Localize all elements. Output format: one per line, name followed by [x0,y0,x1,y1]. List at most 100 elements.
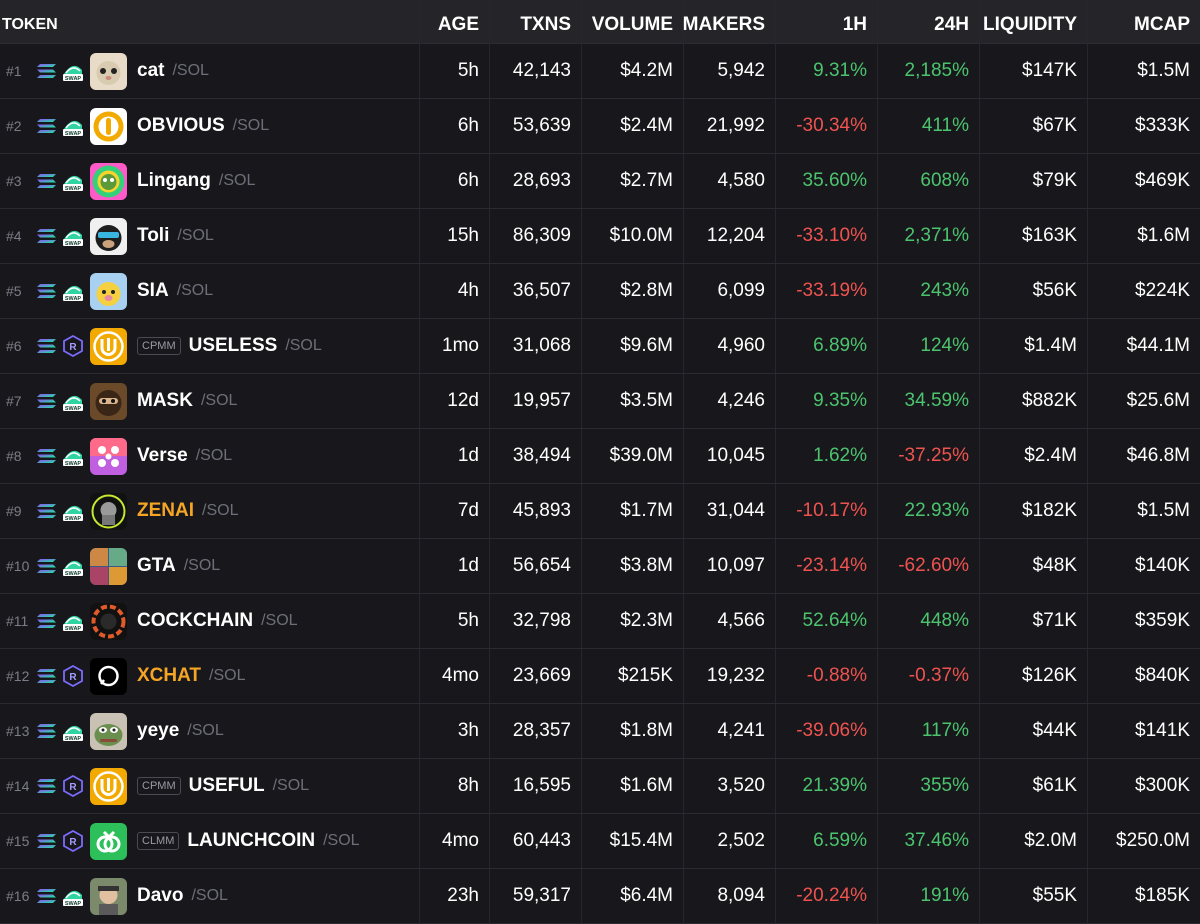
token-cell[interactable]: #4 SWAP Toli /SOL [0,209,420,263]
table-row[interactable]: #9 SWAP ZENAI /SOL 7d 45,893 $1.7M 31,04… [0,484,1200,539]
raydium-icon: R [62,334,84,358]
token-cell[interactable]: #2 SWAP OBVIOUS /SOL [0,99,420,153]
token-symbol: SIA [137,280,169,301]
pool-type-badge: CPMM [137,777,181,795]
token-table: TOKEN AGE TXNS VOLUME MAKERS 1H 24H LIQU… [0,0,1200,924]
table-row[interactable]: #5 SWAP SIA /SOL 4h 36,507 $2.8M 6,099 -… [0,264,1200,319]
rank-label: #7 [6,393,22,409]
txns-cell: 42,143 [490,44,582,98]
solana-icon [36,557,58,575]
header-makers[interactable]: MAKERS [683,0,776,44]
swap-icon: SWAP [62,280,84,302]
pepe-avatar [90,712,127,750]
svg-text:SWAP: SWAP [65,76,82,82]
svg-text:R: R [69,782,77,793]
table-row[interactable]: #12 R XCHAT /SOL 4mo 23,669 $215K 19,232… [0,649,1200,704]
liquidity-cell: $61K [980,759,1088,813]
header-24h[interactable]: 24H [878,0,980,44]
volume-cell: $2.3M [582,594,684,648]
change-24h-cell: -0.37% [878,649,980,703]
raydium-icon: R [62,774,84,798]
table-row[interactable]: #3 SWAP Lingang /SOL 6h 28,693 $2.7M 4,5… [0,154,1200,209]
token-cell[interactable]: #3 SWAP Lingang /SOL [0,154,420,208]
header-age[interactable]: AGE [420,0,490,44]
token-symbol: ZENAI [137,500,194,521]
makers-cell: 10,045 [684,429,776,483]
token-cell[interactable]: #10 SWAP GTA /SOL [0,539,420,593]
token-cell[interactable]: #9 SWAP ZENAI /SOL [0,484,420,538]
table-row[interactable]: #14 R CPMM USEFUL /SOL 8h 16,595 $1.6M 3… [0,759,1200,814]
table-row[interactable]: #4 SWAP Toli /SOL 15h 86,309 $10.0M 12,2… [0,209,1200,264]
table-row[interactable]: #13 SWAP yeye /SOL 3h 28,357 $1.8M 4,241… [0,704,1200,759]
header-txns[interactable]: TXNS [490,0,582,44]
token-cell[interactable]: #7 SWAP MASK /SOL [0,374,420,428]
svg-text:SWAP: SWAP [65,241,82,247]
liquidity-cell: $55K [980,869,1088,923]
token-cell[interactable]: #16 SWAP Davo /SOL [0,869,420,923]
table-row[interactable]: #1 SWAP cat /SOL 5h 42,143 $4.2M 5,942 9… [0,44,1200,99]
token-cell[interactable]: #15 R CLMM LAUNCHCOIN /SOL [0,814,420,868]
change-24h-cell: 608% [878,154,980,208]
swap-icon: SWAP [62,555,84,577]
solana-icon [36,887,58,905]
token-cell[interactable]: #11 SWAP COCKCHAIN /SOL [0,594,420,648]
token-cell[interactable]: #1 SWAP cat /SOL [0,44,420,98]
solana-icon [36,282,58,300]
header-liquidity[interactable]: LIQUIDITY [980,0,1088,44]
change-24h-cell: 2,371% [878,209,980,263]
rank-label: #6 [6,338,22,354]
header-volume[interactable]: VOLUME [582,0,684,44]
table-row[interactable]: #7 SWAP MASK /SOL 12d 19,957 $3.5M 4,246… [0,374,1200,429]
quote-pair: /SOL [285,337,322,354]
token-cell[interactable]: #14 R CPMM USEFUL /SOL [0,759,420,813]
swap-icon: SWAP [62,390,84,412]
mcap-cell: $46.8M [1126,445,1190,466]
monkey-avatar [90,217,127,255]
mcap-cell: $224K [1135,280,1190,301]
age-cell: 1d [420,539,490,593]
token-cell[interactable]: #8 SWAP Verse /SOL [0,429,420,483]
svg-text:R: R [69,672,77,683]
table-row[interactable]: #15 R CLMM LAUNCHCOIN /SOL 4mo 60,443 $1… [0,814,1200,869]
liquidity-cell: $882K [980,374,1088,428]
swap-icon: SWAP [62,720,84,742]
token-cell[interactable]: #12 R XCHAT /SOL [0,649,420,703]
change-1h-cell: 6.59% [776,814,878,868]
token-cell[interactable]: #5 SWAP SIA /SOL [0,264,420,318]
davo-avatar [90,877,127,915]
header-mcap[interactable]: MCAP [1088,0,1200,44]
change-24h-cell: 411% [878,99,980,153]
age-cell: 3h [420,704,490,758]
swap-icon: SWAP [62,445,84,467]
table-row[interactable]: #11 SWAP COCKCHAIN /SOL 5h 32,798 $2.3M … [0,594,1200,649]
txns-cell: 28,693 [490,154,582,208]
age-cell: 15h [420,209,490,263]
token-symbol: USEFUL [188,775,265,796]
mcap-cell: $1.6M [1137,225,1190,246]
solana-icon [36,722,58,740]
liquidity-cell: $126K [980,649,1088,703]
mcap-cell: $1.5M [1137,60,1190,81]
table-row[interactable]: #2 SWAP OBVIOUS /SOL 6h 53,639 $2.4M 21,… [0,99,1200,154]
token-cell[interactable]: #6 R CPMM USELESS /SOL [0,319,420,373]
table-row[interactable]: #16 SWAP Davo /SOL 23h 59,317 $6.4M 8,09… [0,869,1200,924]
dog-avatar [90,272,127,310]
change-24h-cell: 37.46% [878,814,980,868]
volume-cell: $2.4M [582,99,684,153]
quote-pair: /SOL [200,392,238,409]
table-row[interactable]: #6 R CPMM USELESS /SOL 1mo 31,068 $9.6M … [0,319,1200,374]
token-symbol: GTA [137,555,176,576]
txns-cell: 16,595 [490,759,582,813]
table-row[interactable]: #10 SWAP GTA /SOL 1d 56,654 $3.8M 10,097… [0,539,1200,594]
quote-pair: /SOL [272,777,310,794]
mcap-cell: $141K [1135,720,1190,741]
txns-cell: 45,893 [490,484,582,538]
table-row[interactable]: #8 SWAP Verse /SOL 1d 38,494 $39.0M 10,0… [0,429,1200,484]
header-token[interactable]: TOKEN [0,0,420,44]
rank-label: #2 [6,118,22,134]
xchat-avatar [90,657,127,695]
mcap-cell: $25.6M [1126,390,1190,411]
token-cell[interactable]: #13 SWAP yeye /SOL [0,704,420,758]
header-1h[interactable]: 1H [776,0,878,44]
age-cell: 6h [420,154,490,208]
